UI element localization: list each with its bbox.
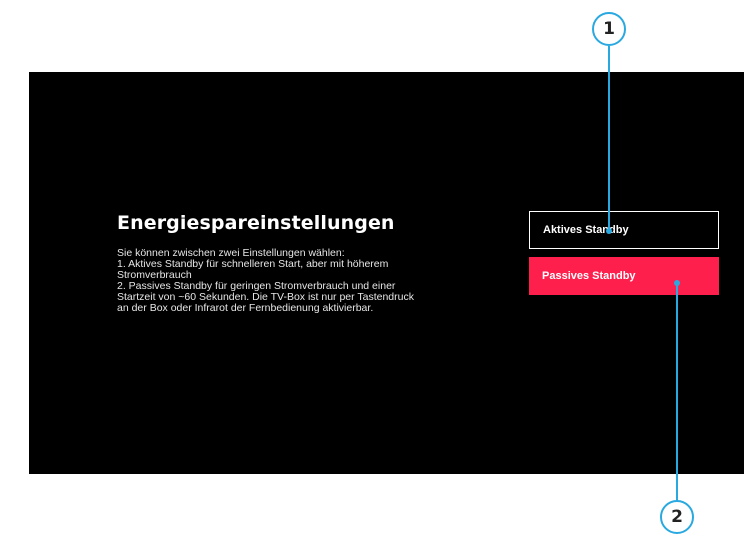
callout-2-dot xyxy=(674,280,680,286)
tv-screen: Energiespareinstellungen Sie können zwis… xyxy=(29,72,744,474)
description-text: Sie können zwischen zwei Einstellungen w… xyxy=(117,248,497,314)
callout-1-dot xyxy=(606,228,612,234)
active-standby-button[interactable]: Aktives Standby xyxy=(529,211,719,249)
page-title: Energiespareinstellungen xyxy=(117,212,395,234)
callout-2-line xyxy=(676,283,678,501)
callout-2-badge: 2 xyxy=(660,500,694,534)
passive-standby-button[interactable]: Passives Standby xyxy=(529,257,719,295)
callout-1-badge: 1 xyxy=(592,12,626,46)
description-line: an der Box oder Infrarot der Fernbedienu… xyxy=(117,302,374,314)
callout-1-line xyxy=(608,46,610,231)
